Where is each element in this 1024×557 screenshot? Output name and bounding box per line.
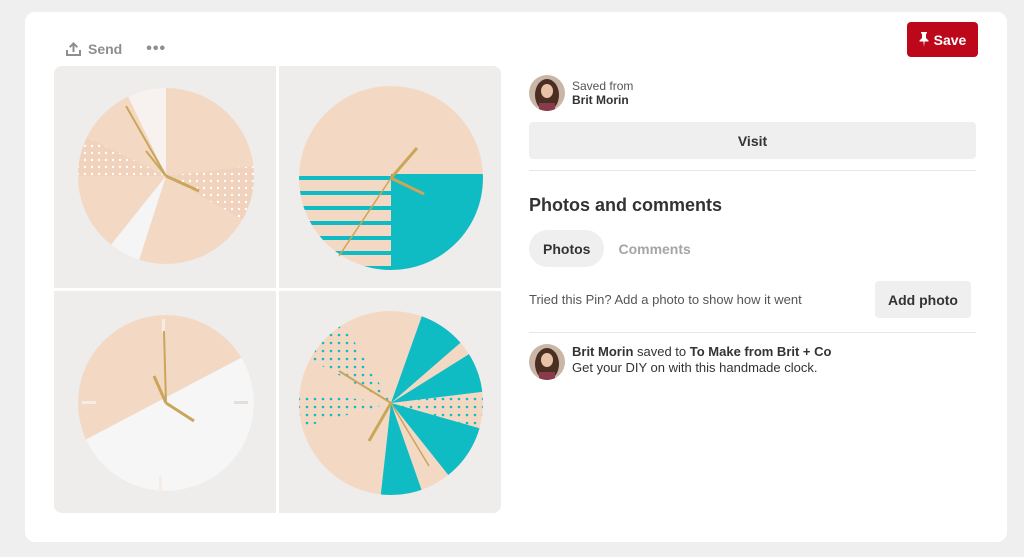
clock-photo-1	[54, 66, 276, 288]
clock-image-2	[279, 66, 501, 288]
tab-photos[interactable]: Photos	[529, 230, 605, 267]
tab-comments[interactable]: Comments	[604, 230, 704, 267]
add-photo-button[interactable]: Add photo	[875, 281, 971, 318]
add-photo-row: Tried this Pin? Add a photo to show how …	[529, 281, 971, 318]
save-button[interactable]: Save	[907, 22, 978, 57]
clock-photo-2	[279, 66, 501, 288]
activity-text: Brit Morin saved to To Make from Brit + …	[572, 344, 831, 376]
clock-photo-4	[279, 291, 501, 513]
saved-from-text: Saved from Brit Morin	[572, 79, 633, 107]
clock-image-4	[279, 291, 501, 513]
clock-image-3	[54, 291, 276, 513]
pin-toolbar: Send •••	[65, 40, 166, 58]
activity-description: Get your DIY on with this handmade clock…	[572, 360, 818, 375]
avatar[interactable]	[529, 344, 565, 380]
more-options-button[interactable]: •••	[146, 40, 166, 58]
saved-from: Saved from Brit Morin	[529, 75, 977, 111]
saved-from-name[interactable]: Brit Morin	[572, 93, 633, 107]
pushpin-icon	[919, 32, 929, 47]
send-button[interactable]: Send	[65, 41, 122, 57]
upload-icon	[66, 42, 81, 56]
photos-comments-tabs: Photos Comments	[529, 230, 977, 267]
save-label: Save	[933, 31, 967, 48]
add-photo-prompt: Tried this Pin? Add a photo to show how …	[529, 292, 802, 307]
activity-action: saved to	[633, 344, 690, 359]
activity-board[interactable]: To Make from Brit + Co	[690, 344, 832, 359]
divider	[529, 332, 976, 333]
send-label: Send	[88, 41, 123, 57]
activity-user[interactable]: Brit Morin	[572, 344, 633, 359]
visit-button[interactable]: Visit	[529, 122, 976, 159]
pin-card: Send ••• Save Saved from Brit Morin Visi…	[25, 12, 1007, 542]
avatar-image	[529, 344, 565, 380]
avatar-image	[529, 75, 565, 111]
divider	[529, 170, 976, 171]
section-title: Photos and comments	[529, 195, 723, 215]
saved-from-label: Saved from	[572, 79, 634, 93]
clock-photo-3	[54, 291, 276, 513]
avatar[interactable]	[529, 75, 565, 111]
pin-image[interactable]	[54, 66, 501, 513]
activity-headline: Brit Morin saved to To Make from Brit + …	[572, 344, 831, 360]
clock-image-1	[54, 66, 276, 288]
pin-details: Saved from Brit Morin Visit Photos and c…	[529, 75, 977, 380]
activity-item: Brit Morin saved to To Make from Brit + …	[529, 344, 977, 380]
